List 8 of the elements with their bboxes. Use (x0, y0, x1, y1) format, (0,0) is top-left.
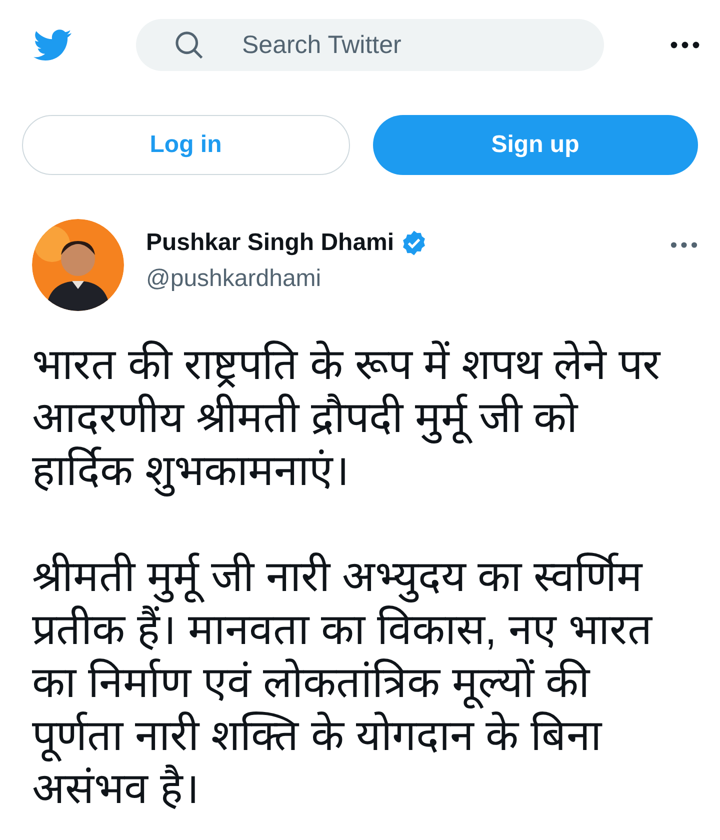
more-icon[interactable] (670, 41, 700, 49)
search-input[interactable]: Search Twitter (240, 30, 544, 60)
tweet-text: श्रीमती मुर्मू जी नारी अभ्युदय का स्वर्णिम प्रतीक हैं। मानवता का विकास, नए भारत का निर्माण एवं लोकतांत्रिक मूल्यों की पूर्णता नारी शक्ति के योगदान के बिना असंभव है। (32, 552, 654, 815)
more-icon[interactable] (670, 241, 698, 249)
author-name[interactable]: Pushkar Singh Dhami (146, 229, 394, 257)
search-bar[interactable]: Search Twitter (136, 19, 604, 71)
tweet-text: भारत की राष्ट्रपति के रूप में शपथ लेने पर आदरणीय श्रीमती द्रौपदी मुर्मू जी को हार्दिक शुभकामनाएं। (32, 340, 662, 498)
author-handle[interactable]: @pushkardhami (146, 265, 670, 293)
